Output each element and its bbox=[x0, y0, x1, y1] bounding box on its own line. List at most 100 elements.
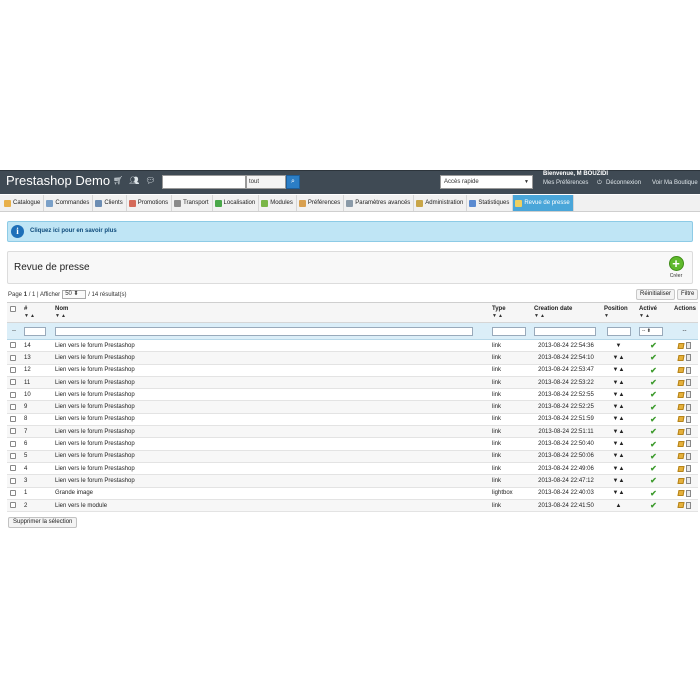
filter-type-input[interactable] bbox=[492, 326, 526, 336]
table-row[interactable]: 10 Lien vers le forum Prestashop link 2013-… bbox=[7, 388, 698, 402]
delete-icon[interactable] bbox=[686, 428, 691, 436]
row-position-arrows[interactable]: ▼▲ bbox=[601, 487, 636, 500]
filter-id-input[interactable] bbox=[24, 326, 46, 336]
cart-icon[interactable]: 🛒︎ bbox=[113, 176, 127, 185]
check-icon[interactable]: ✔ bbox=[650, 366, 657, 375]
quick-access-select[interactable]: Accès rapide ▼ bbox=[440, 175, 533, 189]
table-row[interactable]: 13 Lien vers le forum Prestashop link 2013-… bbox=[7, 351, 698, 365]
delete-icon[interactable] bbox=[686, 440, 691, 448]
users-icon[interactable]: 👥︎ bbox=[129, 176, 143, 185]
edit-icon[interactable] bbox=[677, 428, 685, 435]
check-icon[interactable]: ✔ bbox=[650, 415, 657, 424]
edit-icon[interactable] bbox=[677, 342, 685, 349]
search-input[interactable] bbox=[162, 175, 246, 189]
table-row[interactable]: 12 Lien vers le forum Prestashop link 2013-… bbox=[7, 364, 698, 377]
menu-item-3[interactable]: Promotions bbox=[127, 195, 173, 211]
table-row[interactable]: 8 Lien vers le forum Prestashop link 2013-0… bbox=[7, 413, 698, 427]
menu-item-2[interactable]: Clients bbox=[93, 195, 127, 211]
table-row[interactable]: 9 Lien vers le forum Prestashop link 2013-0… bbox=[7, 400, 698, 414]
check-icon[interactable]: ✔ bbox=[650, 353, 657, 362]
menu-item-9[interactable]: Administration bbox=[414, 195, 468, 211]
check-icon[interactable]: ✔ bbox=[650, 440, 657, 449]
row-position-arrows[interactable]: ▼▲ bbox=[601, 413, 636, 427]
info-text[interactable]: Cliquez ici pour en savoir plus bbox=[30, 228, 117, 234]
row-position-arrows[interactable]: ▼▲ bbox=[601, 364, 636, 377]
row-checkbox[interactable] bbox=[10, 342, 16, 349]
delete-icon[interactable] bbox=[686, 366, 691, 374]
menu-item-8[interactable]: Paramètres avancés bbox=[344, 195, 415, 211]
create-button[interactable]: + Créer bbox=[667, 256, 685, 279]
search-button[interactable]: ⌕ bbox=[286, 175, 300, 189]
search-scope-select[interactable]: tout bbox=[246, 175, 286, 189]
row-name[interactable]: Lien vers le forum Prestashop bbox=[52, 388, 489, 402]
row-checkbox[interactable] bbox=[10, 403, 16, 410]
delete-icon[interactable] bbox=[686, 501, 691, 509]
row-checkbox[interactable] bbox=[10, 428, 16, 435]
row-name[interactable]: Lien vers le forum Prestashop bbox=[52, 364, 489, 377]
row-checkbox[interactable] bbox=[10, 477, 16, 484]
sort-icon[interactable]: ▼▲ bbox=[55, 313, 486, 319]
brand-title[interactable]: Prestashop Demo bbox=[6, 173, 110, 188]
check-icon[interactable]: ✔ bbox=[650, 390, 657, 399]
table-row[interactable]: 7 Lien vers le forum Prestashop link 2013-0… bbox=[7, 425, 698, 439]
messages-icon[interactable]: 💬︎ bbox=[145, 176, 159, 185]
menu-item-4[interactable]: Transport bbox=[172, 195, 213, 211]
row-position-arrows[interactable]: ▼▲ bbox=[601, 425, 636, 439]
check-icon[interactable]: ✔ bbox=[650, 341, 657, 350]
row-name[interactable]: Lien vers le forum Prestashop bbox=[52, 462, 489, 476]
table-row[interactable]: 14 Lien vers le forum Prestashop link 2013-… bbox=[7, 339, 698, 353]
logout-icon[interactable]: ⏻ bbox=[597, 180, 602, 187]
edit-icon[interactable] bbox=[677, 453, 685, 460]
edit-icon[interactable] bbox=[677, 391, 685, 398]
sort-icon[interactable]: ▼▲ bbox=[639, 313, 668, 319]
row-position-arrows[interactable]: ▼ bbox=[601, 339, 636, 353]
row-position-arrows[interactable]: ▼▲ bbox=[601, 462, 636, 476]
table-row[interactable]: 6 Lien vers le forum Prestashop link 2013-0… bbox=[7, 437, 698, 451]
edit-icon[interactable] bbox=[677, 354, 685, 361]
delete-icon[interactable] bbox=[686, 354, 691, 362]
row-position-arrows[interactable]: ▲ bbox=[601, 499, 636, 513]
info-banner[interactable]: i Cliquez ici pour en savoir plus bbox=[7, 221, 693, 242]
row-position-arrows[interactable]: ▼▲ bbox=[601, 450, 636, 463]
filter-name-input[interactable] bbox=[55, 326, 473, 336]
check-icon[interactable]: ✔ bbox=[650, 464, 657, 473]
delete-icon[interactable] bbox=[686, 379, 691, 386]
sort-icon[interactable]: ▼▲ bbox=[492, 313, 528, 319]
menu-item-1[interactable]: Commandes bbox=[44, 195, 94, 211]
row-name[interactable]: Lien vers le forum Prestashop bbox=[52, 437, 489, 451]
filter-button[interactable]: Filtre bbox=[677, 289, 699, 300]
row-position-arrows[interactable]: ▼▲ bbox=[601, 474, 636, 488]
check-icon[interactable]: ✔ bbox=[650, 378, 657, 387]
row-checkbox[interactable] bbox=[10, 453, 16, 460]
menu-item-6[interactable]: Modules bbox=[259, 195, 297, 211]
edit-icon[interactable] bbox=[677, 465, 685, 472]
row-checkbox[interactable] bbox=[10, 440, 16, 447]
row-name[interactable]: Lien vers le forum Prestashop bbox=[52, 351, 489, 365]
row-name[interactable]: Lien vers le module bbox=[52, 499, 489, 513]
edit-icon[interactable] bbox=[677, 490, 685, 497]
delete-icon[interactable] bbox=[686, 477, 691, 485]
edit-icon[interactable] bbox=[677, 379, 685, 386]
edit-icon[interactable] bbox=[677, 502, 685, 509]
table-row[interactable]: 11 Lien vers le forum Prestashop link 2013-… bbox=[7, 376, 698, 390]
check-icon[interactable]: ✔ bbox=[650, 403, 657, 412]
row-position-arrows[interactable]: ▼▲ bbox=[601, 351, 636, 365]
check-icon[interactable]: ✔ bbox=[650, 452, 657, 461]
row-checkbox[interactable] bbox=[10, 465, 16, 472]
delete-icon[interactable] bbox=[686, 465, 691, 473]
row-position-arrows[interactable]: ▼▲ bbox=[601, 376, 636, 390]
delete-icon[interactable] bbox=[686, 391, 691, 399]
select-all-checkbox[interactable] bbox=[10, 306, 16, 312]
row-name[interactable]: Lien vers le forum Prestashop bbox=[52, 376, 489, 390]
row-checkbox[interactable] bbox=[10, 366, 16, 373]
row-position-arrows[interactable]: ▼▲ bbox=[601, 437, 636, 451]
row-checkbox[interactable] bbox=[10, 391, 16, 398]
row-name[interactable]: Lien vers le forum Prestashop bbox=[52, 413, 489, 427]
logout-link[interactable]: Déconnexion bbox=[606, 180, 641, 186]
menu-item-7[interactable]: Préférences bbox=[297, 195, 345, 211]
check-icon[interactable]: ✔ bbox=[650, 427, 657, 436]
filter-active-select[interactable]: -- ⬍ bbox=[639, 326, 663, 336]
filter-position-input[interactable] bbox=[607, 326, 631, 336]
menu-item-11[interactable]: Revue de presse bbox=[513, 195, 574, 211]
col-name[interactable]: Nom ▼▲ bbox=[52, 302, 489, 323]
